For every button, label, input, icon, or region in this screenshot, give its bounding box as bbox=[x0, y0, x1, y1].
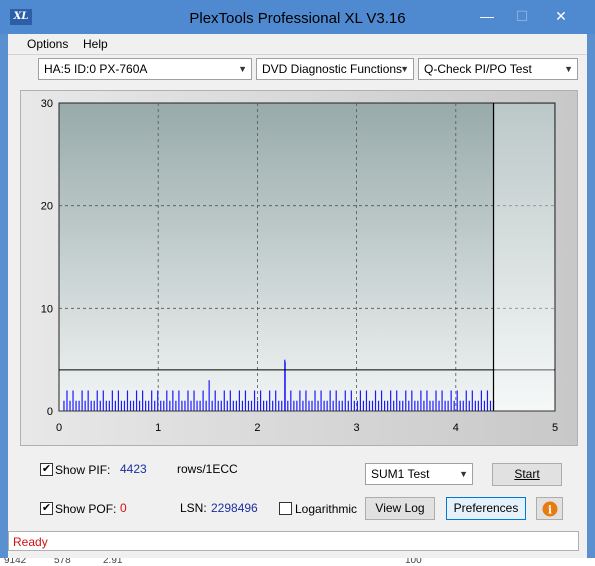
y-tick-label: 30 bbox=[41, 98, 53, 110]
test-select[interactable]: Q-Check PI/PO Test ▼ bbox=[418, 58, 578, 80]
background-window-strip: 9142 578 2.91 100 bbox=[0, 558, 595, 566]
client-area: Options Help HA:5 ID:0 PX-760A ▼ DVD Dia… bbox=[8, 34, 587, 558]
lsn-value: 2298496 bbox=[211, 501, 258, 515]
menu-help-label: Help bbox=[83, 37, 108, 51]
pipo-chart-panel: 0 1 2 3 4 5 0 10 20 30 bbox=[20, 90, 578, 446]
show-pif-checkbox[interactable]: ✔ bbox=[40, 463, 53, 476]
show-pif-label: Show PIF: bbox=[55, 463, 111, 477]
pipo-chart: 0 1 2 3 4 5 0 10 20 30 bbox=[21, 91, 577, 445]
background-fragment: 578 bbox=[54, 558, 71, 566]
show-pof-label: Show POF: bbox=[55, 502, 117, 516]
unscanned-region bbox=[494, 104, 554, 410]
x-tick-label: 4 bbox=[453, 422, 459, 434]
background-fragment: 100 bbox=[405, 558, 422, 566]
application-window: XL PlexTools Professional XL V3.16 — ☐ ✕… bbox=[0, 0, 595, 566]
pof-value: 0 bbox=[120, 501, 127, 515]
minimize-icon: — bbox=[480, 8, 494, 24]
test-select-value: Q-Check PI/PO Test bbox=[424, 62, 532, 76]
menu-bar: Options Help bbox=[8, 34, 587, 54]
svg-text:i: i bbox=[547, 504, 551, 517]
lsn-label: LSN: bbox=[180, 501, 207, 515]
plot-area bbox=[58, 102, 556, 412]
minimize-button[interactable]: — bbox=[470, 6, 504, 28]
background-fragment: 9142 bbox=[4, 558, 27, 566]
rows-label: rows/1ECC bbox=[177, 462, 238, 476]
x-tick-label: 2 bbox=[254, 422, 260, 434]
info-button[interactable]: i bbox=[536, 497, 563, 520]
drive-select-value: HA:5 ID:0 PX-760A bbox=[44, 62, 148, 76]
x-tick-label: 1 bbox=[155, 422, 161, 434]
menu-options[interactable]: Options bbox=[27, 37, 68, 51]
sum-test-select-value: SUM1 Test bbox=[371, 467, 430, 481]
logarithmic-label: Logarithmic bbox=[295, 502, 358, 516]
chevron-down-icon: ▼ bbox=[459, 469, 468, 479]
start-button-label: Start bbox=[514, 467, 540, 481]
show-pof-checkbox[interactable]: ✔ bbox=[40, 502, 53, 515]
y-tick-label: 10 bbox=[41, 303, 53, 315]
preferences-button-label: Preferences bbox=[453, 501, 519, 515]
chevron-down-icon: ▼ bbox=[238, 64, 247, 74]
preferences-button[interactable]: Preferences bbox=[446, 497, 526, 520]
maximize-icon: ☐ bbox=[515, 8, 529, 24]
x-tick-label: 5 bbox=[552, 422, 558, 434]
start-button[interactable]: Start bbox=[492, 463, 562, 486]
function-select-value: DVD Diagnostic Functions bbox=[262, 62, 403, 76]
toolbar: HA:5 ID:0 PX-760A ▼ DVD Diagnostic Funct… bbox=[8, 54, 587, 86]
close-button[interactable]: ✕ bbox=[540, 6, 582, 28]
background-fragment: 2.91 bbox=[103, 558, 123, 566]
x-tick-label: 3 bbox=[354, 422, 360, 434]
sum-test-select[interactable]: SUM1 Test ▼ bbox=[365, 463, 473, 485]
menu-options-label: Options bbox=[27, 37, 69, 51]
info-icon: i bbox=[542, 501, 557, 517]
x-tick-label: 0 bbox=[56, 422, 62, 434]
view-log-button[interactable]: View Log bbox=[365, 497, 435, 520]
status-text: Ready bbox=[13, 535, 48, 549]
chevron-down-icon: ▼ bbox=[564, 64, 573, 74]
controls-panel: ✔ Show PIF: 4423 rows/1ECC SUM1 Test ▼ S… bbox=[20, 452, 578, 526]
status-bar: Ready bbox=[8, 531, 579, 551]
drive-select[interactable]: HA:5 ID:0 PX-760A ▼ bbox=[38, 58, 252, 80]
view-log-button-label: View Log bbox=[375, 501, 425, 515]
maximize-button[interactable]: ☐ bbox=[505, 6, 539, 28]
pif-value: 4423 bbox=[120, 462, 147, 476]
y-tick-label: 20 bbox=[41, 201, 53, 213]
menu-help[interactable]: Help bbox=[83, 37, 108, 51]
logarithmic-checkbox[interactable] bbox=[279, 502, 292, 515]
y-tick-label: 0 bbox=[47, 406, 53, 418]
title-bar[interactable]: XL PlexTools Professional XL V3.16 — ☐ ✕ bbox=[0, 0, 595, 34]
chevron-down-icon: ▼ bbox=[400, 64, 409, 74]
function-select[interactable]: DVD Diagnostic Functions ▼ bbox=[256, 58, 414, 80]
close-icon: ✕ bbox=[555, 8, 567, 24]
